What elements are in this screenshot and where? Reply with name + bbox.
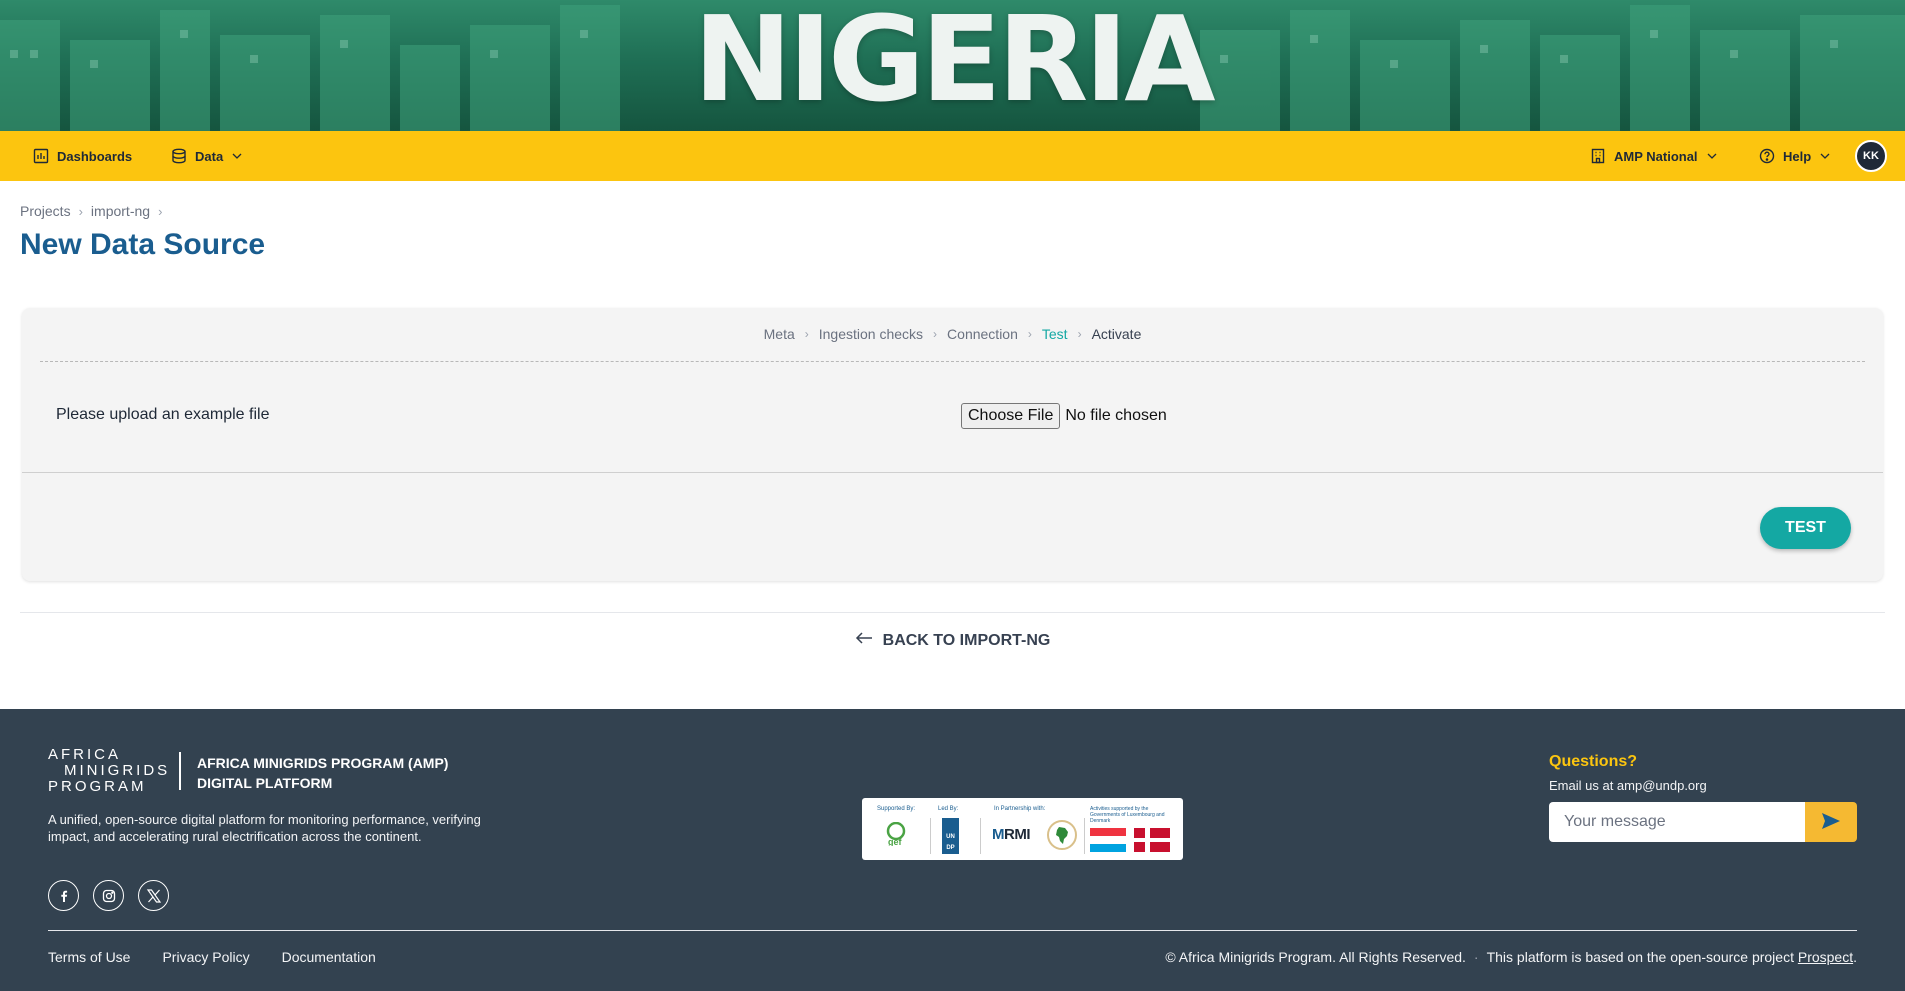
nav-org-menu[interactable]: AMP National (1590, 131, 1718, 181)
rmi-text: RMI (1004, 826, 1031, 843)
period: . (1853, 949, 1857, 965)
data-source-wizard: Meta › Ingestion checks › Connection › T… (22, 308, 1883, 581)
gef-text: gef (888, 837, 903, 846)
questions-email: Email us at amp@undp.org (1549, 778, 1707, 793)
step-connection[interactable]: Connection (947, 326, 1018, 342)
logo-divider (179, 752, 181, 790)
undp-logo: UN DP (942, 818, 959, 854)
nav-dashboards-label: Dashboards (57, 148, 133, 164)
partner-label: In Partnership with: (994, 806, 1046, 812)
chevron-down-icon (231, 150, 243, 162)
message-input[interactable] (1549, 802, 1805, 842)
africa-emblem-icon (1047, 820, 1077, 850)
gef-logo: gef (885, 821, 907, 847)
section-divider (20, 612, 1885, 613)
flag-cross (1134, 838, 1170, 842)
based-on-label: This platform is based on the open-sourc… (1486, 949, 1794, 965)
nav-help-menu[interactable]: Help (1759, 131, 1831, 181)
footer-links: Terms of Use Privacy Policy Documentatio… (48, 949, 376, 965)
partner-divider (1084, 818, 1085, 854)
amp-logo: AFRICA MINIGRIDS PROGRAM (48, 746, 171, 795)
nav-data-menu[interactable]: Data (171, 131, 243, 181)
chevron-right-icon: › (78, 203, 83, 219)
top-nav: Dashboards Data AMP National Help KK (0, 131, 1905, 181)
back-link-label: BACK TO IMPORT-NG (882, 631, 1051, 649)
step-meta[interactable]: Meta (764, 326, 795, 342)
chevron-right-icon: › (1077, 327, 1082, 341)
denmark-flag-icon (1134, 828, 1170, 852)
partner-label: Supported By: (877, 806, 916, 812)
nav-org-label: AMP National (1614, 148, 1698, 164)
terms-link[interactable]: Terms of Use (48, 949, 130, 965)
step-activate[interactable]: Activate (1092, 326, 1142, 342)
chevron-down-icon (1819, 150, 1831, 162)
program-name: AFRICA MINIGRIDS PROGRAM (AMP) DIGITAL P… (197, 753, 487, 793)
send-button[interactable] (1805, 802, 1857, 842)
logo-line: AFRICA (48, 746, 122, 763)
database-icon (171, 148, 187, 164)
instagram-icon[interactable] (93, 880, 124, 911)
back-link[interactable]: BACK TO IMPORT-NG (0, 631, 1905, 650)
prospect-link[interactable]: Prospect (1798, 949, 1853, 965)
copyright-text: © Africa Minigrids Program. All Rights R… (1165, 949, 1466, 965)
step-ingestion-checks[interactable]: Ingestion checks (819, 326, 923, 342)
footer: AFRICA MINIGRIDS PROGRAM AFRICA MINIGRID… (0, 709, 1905, 991)
chart-icon (33, 148, 49, 164)
breadcrumb-projects[interactable]: Projects (20, 203, 71, 219)
wizard-steps: Meta › Ingestion checks › Connection › T… (22, 326, 1883, 342)
based-on-text: This platform is based on the open-sourc… (1487, 949, 1857, 965)
user-avatar[interactable]: KK (1855, 140, 1887, 172)
chevron-right-icon: › (158, 203, 163, 219)
nav-help-label: Help (1783, 148, 1812, 164)
social-links (48, 880, 169, 911)
flag-stripe (1090, 836, 1126, 844)
steps-divider (40, 361, 1865, 362)
building-icon (1590, 148, 1606, 164)
x-icon[interactable] (138, 880, 169, 911)
help-icon (1759, 148, 1775, 164)
partner-divider (980, 818, 981, 854)
copyright: © Africa Minigrids Program. All Rights R… (1165, 949, 1857, 965)
nav-dashboards[interactable]: Dashboards (33, 131, 132, 181)
send-icon (1821, 812, 1841, 833)
privacy-link[interactable]: Privacy Policy (162, 949, 249, 965)
file-input: Choose File No file chosen (961, 403, 1167, 429)
chevron-right-icon: › (1027, 327, 1032, 341)
upload-label: Please upload an example file (56, 406, 270, 423)
partner-label: Activities supported by the Governments … (1090, 806, 1165, 824)
documentation-link[interactable]: Documentation (282, 949, 376, 965)
logo-line: PROGRAM (48, 778, 147, 795)
chevron-right-icon: › (804, 327, 809, 341)
choose-file-button[interactable]: Choose File (961, 403, 1061, 429)
test-button[interactable]: TEST (1760, 507, 1851, 549)
luxembourg-flag-icon (1090, 828, 1126, 852)
page-title: New Data Source (20, 228, 266, 261)
banner-title: NIGERIA (693, 0, 1215, 128)
partner-label: Led By: (938, 806, 959, 812)
card-divider (22, 472, 1883, 473)
flag-stripe (1090, 844, 1126, 852)
program-name-line: DIGITAL PLATFORM (197, 775, 333, 791)
nav-data-label: Data (195, 148, 224, 164)
questions-title: Questions? (1549, 753, 1638, 770)
separator-dot: · (1473, 949, 1479, 965)
footer-divider (48, 930, 1857, 931)
breadcrumb-project[interactable]: import-ng (91, 203, 150, 219)
program-name-line: AFRICA MINIGRIDS PROGRAM (AMP) (197, 755, 449, 771)
arrow-left-icon (855, 631, 873, 650)
program-description: A unified, open-source digital platform … (48, 812, 481, 844)
breadcrumb: Projects › import-ng › (20, 203, 162, 219)
step-test[interactable]: Test (1042, 326, 1068, 342)
flag-stripe (1090, 828, 1126, 836)
facebook-icon[interactable] (48, 880, 79, 911)
rmi-logo: MRMI (992, 826, 1031, 843)
country-banner: NIGERIA (0, 0, 1905, 131)
chevron-down-icon (1706, 150, 1718, 162)
message-form (1549, 802, 1857, 842)
file-status: No file chosen (1065, 407, 1167, 424)
chevron-right-icon: › (933, 327, 938, 341)
partner-divider (930, 818, 931, 854)
logo-line: MINIGRIDS (64, 762, 171, 779)
partner-logos: Supported By: Led By: In Partnership wit… (862, 798, 1183, 860)
